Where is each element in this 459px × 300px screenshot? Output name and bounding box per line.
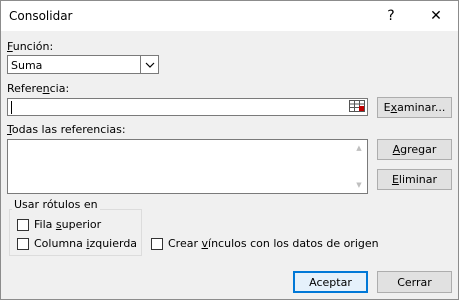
- checkbox-box[interactable]: [151, 237, 163, 250]
- checkbox-box[interactable]: [17, 218, 29, 231]
- title-bar: Consolidar ? ✕: [1, 1, 458, 31]
- scroll-up-icon[interactable]: ▲: [351, 140, 367, 156]
- text-caret: [11, 101, 12, 114]
- crear-vinculos-checkbox[interactable]: Crear vínculos con los datos de origen: [151, 237, 379, 250]
- checkbox-box[interactable]: [17, 237, 29, 250]
- dialog-title: Consolidar: [9, 9, 73, 23]
- list-scrollbar[interactable]: ▲ ▼: [351, 140, 367, 193]
- usar-rotulos-label: Usar rótulos en: [12, 198, 100, 211]
- help-icon: ?: [387, 8, 395, 24]
- collapse-dialog-button[interactable]: [348, 99, 366, 115]
- crear-vinculos-label: Crear vínculos con los datos de origen: [168, 237, 379, 250]
- agregar-button[interactable]: Agregar: [377, 139, 452, 160]
- referencia-input[interactable]: [7, 98, 368, 116]
- close-icon: ✕: [430, 8, 442, 24]
- todas-referencias-list[interactable]: ▲ ▼: [7, 139, 368, 194]
- columna-izquierda-label: Columna izquierda: [34, 237, 138, 250]
- referencia-label: Referencia:: [7, 82, 70, 95]
- scroll-down-icon[interactable]: ▼: [351, 177, 367, 193]
- fila-superior-checkbox[interactable]: Fila superior: [17, 218, 101, 231]
- cerrar-button[interactable]: Cerrar: [377, 271, 452, 293]
- eliminar-button[interactable]: Eliminar: [377, 169, 452, 190]
- todas-referencias-label: Todas las referencias:: [7, 123, 126, 136]
- columna-izquierda-checkbox[interactable]: Columna izquierda: [17, 237, 137, 250]
- consolidar-dialog: Consolidar ? ✕ Función: Suma Referencia:: [0, 0, 459, 300]
- funcion-select[interactable]: Suma: [7, 55, 159, 74]
- funcion-label: Función:: [7, 40, 54, 53]
- funcion-value: Suma: [11, 59, 43, 72]
- aceptar-button[interactable]: Aceptar: [293, 271, 368, 293]
- chevron-down-icon[interactable]: [140, 56, 158, 73]
- help-button[interactable]: ?: [369, 1, 413, 31]
- examinar-button[interactable]: Ex aminar...: [377, 97, 452, 118]
- close-button[interactable]: ✕: [414, 1, 458, 31]
- range-select-icon: [349, 99, 365, 115]
- fila-superior-label: Fila superior: [34, 218, 102, 231]
